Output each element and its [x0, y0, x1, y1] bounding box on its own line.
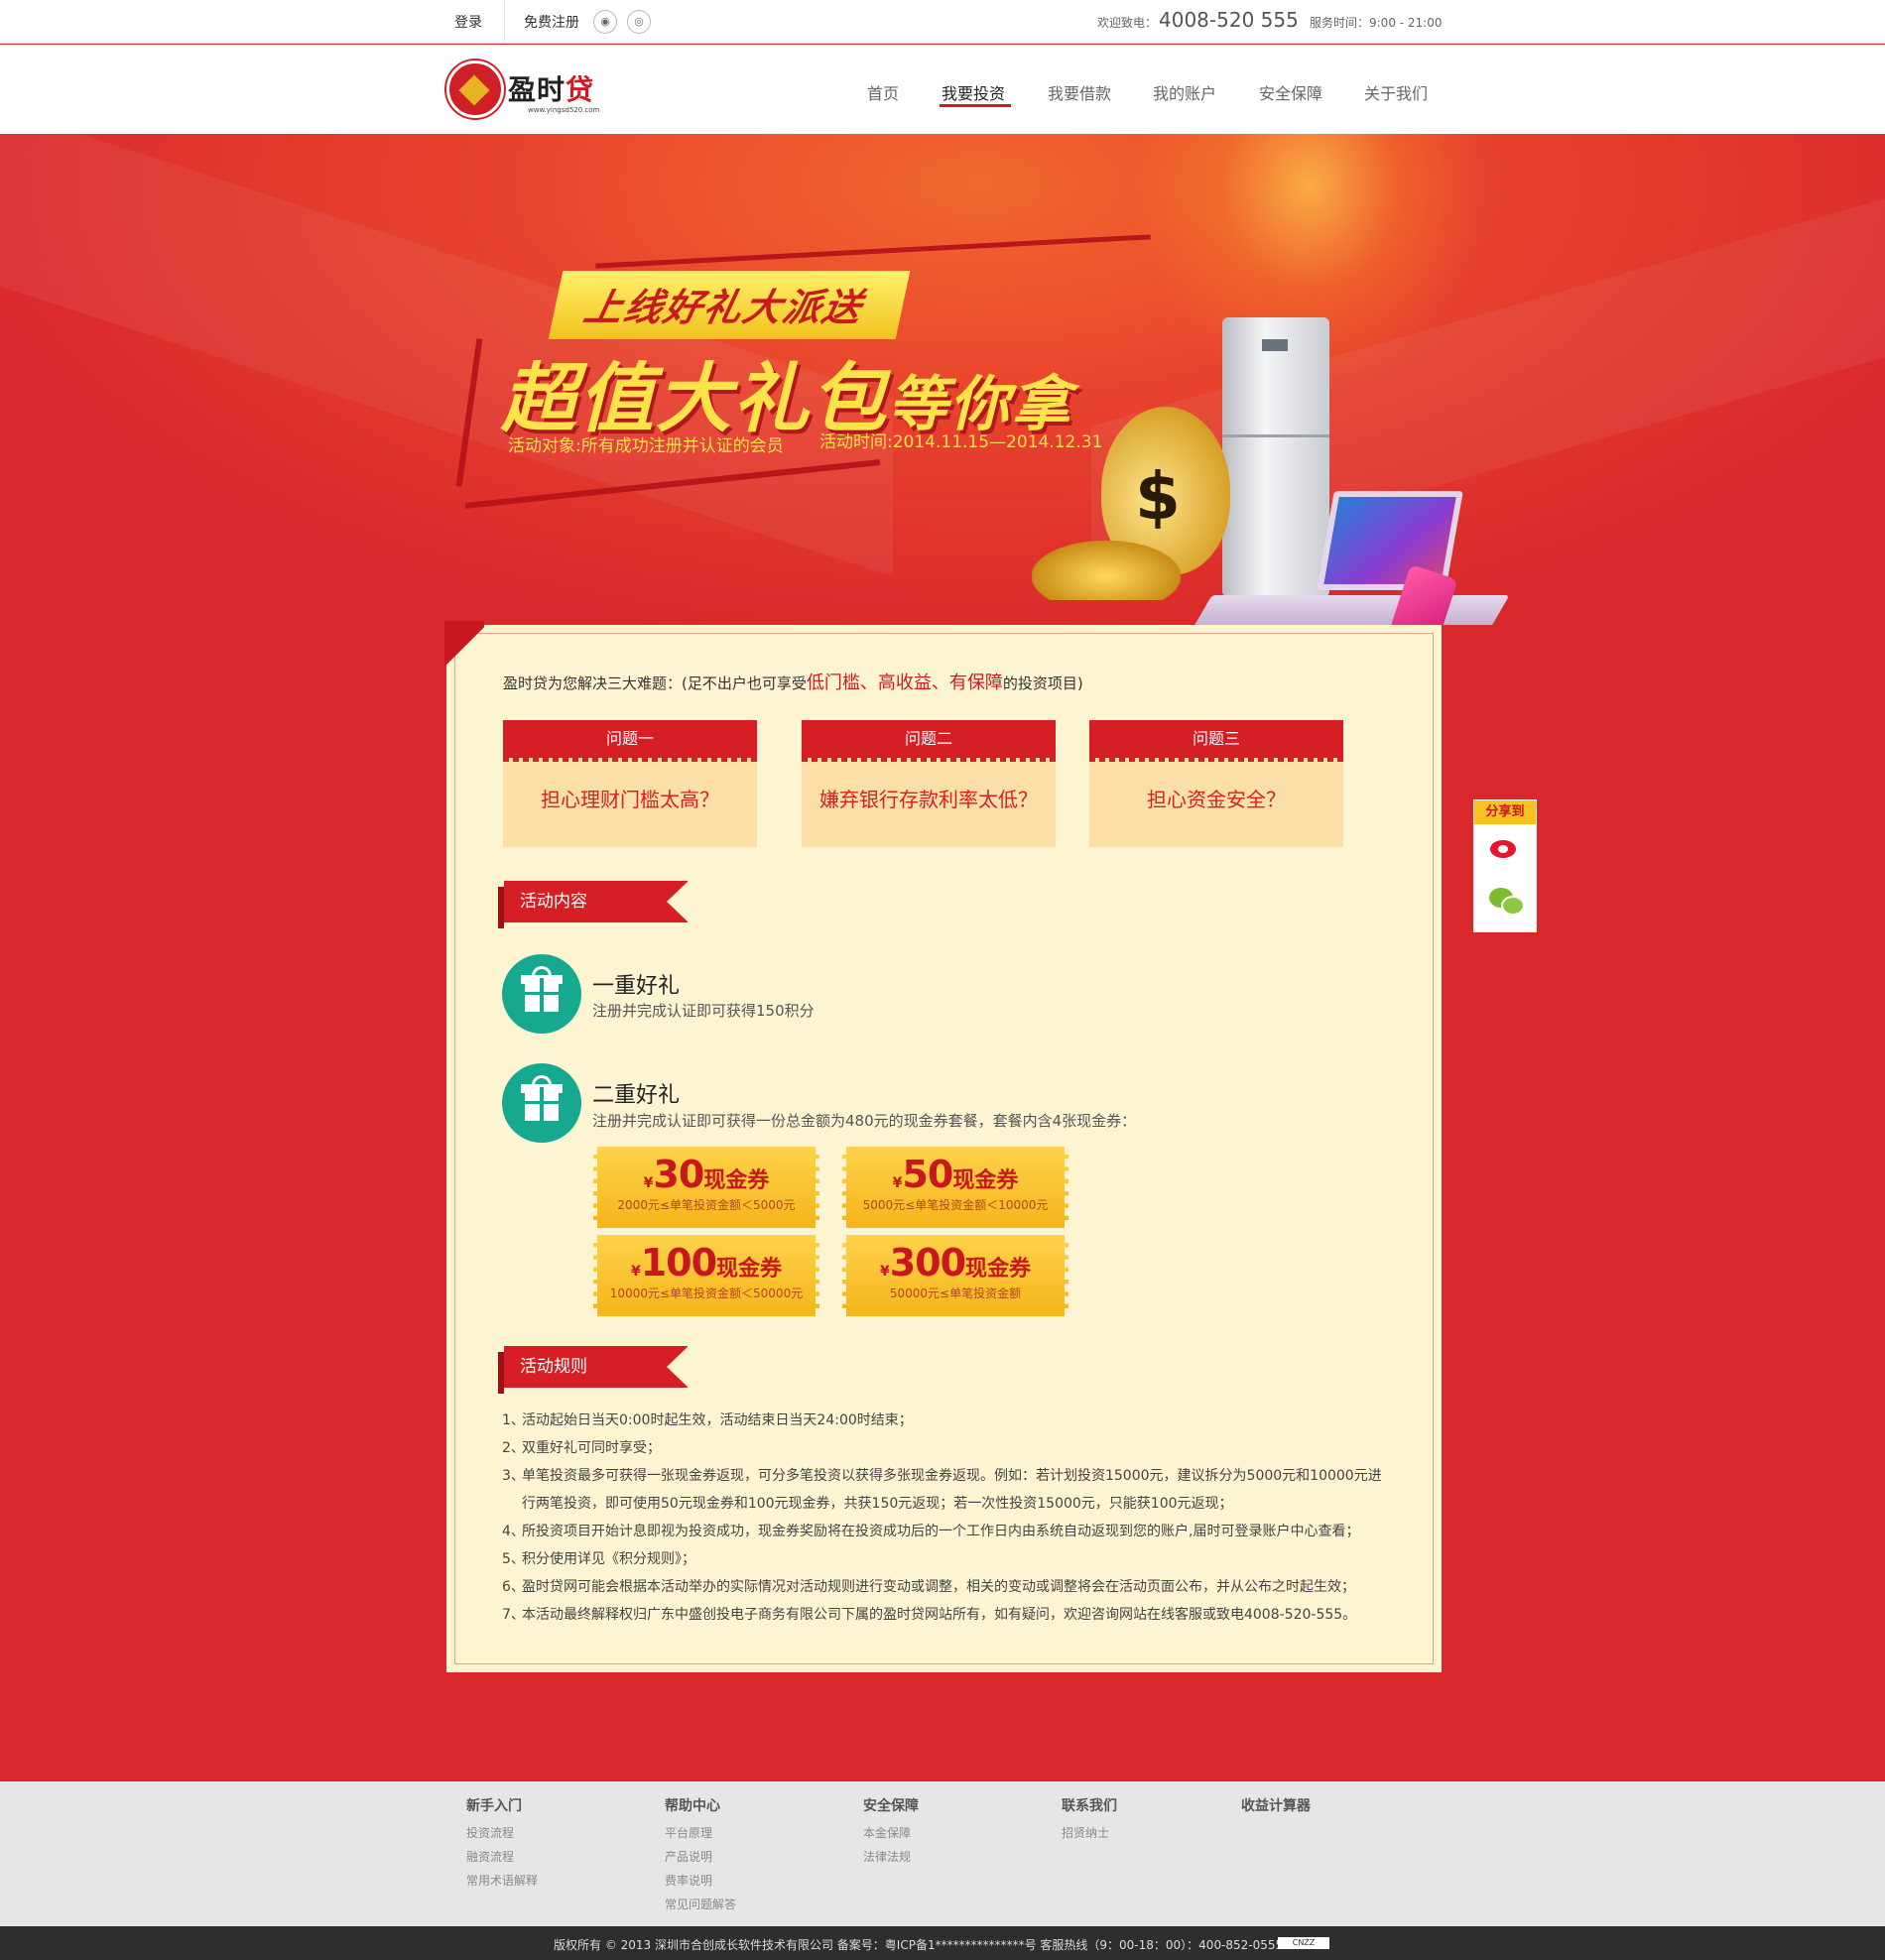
nav-about[interactable]: 关于我们 [1364, 80, 1428, 104]
logo-mark-icon [446, 61, 504, 118]
rule-item: 4、 所投资项目开始计息即视为投资成功，现金券奖励将在投资成功后的一个工作日内由系… [502, 1524, 1360, 1539]
footer-col-title: 安全保障 [863, 1798, 919, 1814]
gift2-desc: 注册并完成认证即可获得一份总金额为480元的现金券套餐，套餐内含4张现金券： [592, 1112, 1137, 1130]
gift2-title: 二重好礼 [592, 1083, 681, 1108]
footer-link[interactable]: 平台原理 [665, 1821, 736, 1845]
coupon-range: 5000元≤单笔投资金额＜10000元 [862, 1198, 1049, 1212]
coupon-range: 10000元≤单笔投资金额＜50000元 [609, 1286, 804, 1300]
nav-home[interactable]: 首页 [867, 80, 899, 104]
activity-content-tag: 活动内容 [498, 881, 689, 928]
intro-text: 盈时贷为您解决三大难题：(足不出户也可享受低门槛、高收益、有保障的投资项目) [503, 673, 1083, 693]
logo-url: www.yingsd520.com [528, 106, 600, 114]
question-card-text: 嫌弃银行存款利率太低？ [819, 788, 1038, 811]
logo[interactable]: 盈时贷 www.yingsd520.com [446, 61, 605, 120]
top-bar: 登录 免费注册 ◉ ◎ 欢迎致电： 4008-520 555 服务时间：9:00… [0, 0, 1885, 44]
coupon-amount: 300 [889, 1241, 966, 1285]
footer-col-security: 安全保障 本金保障 法律法规 [863, 1795, 919, 1869]
share-widget: 分享到 [1473, 799, 1537, 932]
register-link[interactable]: 免费注册 [524, 12, 579, 32]
question-card-text: 担心理财门槛太高？ [541, 788, 719, 811]
service-hours: 服务时间：9:00 - 21:00 [1310, 16, 1443, 30]
footer-link[interactable]: 融资流程 [466, 1845, 538, 1869]
decor-frame [595, 234, 1151, 269]
question-card-text: 担心资金安全？ [1147, 788, 1286, 811]
login-link[interactable]: 登录 [454, 12, 482, 32]
panel-corner-decor [444, 621, 484, 673]
footer: 新手入门 投资流程 融资流程 常用术语解释 帮助中心 平台原理 产品说明 费率说… [0, 1781, 1885, 1926]
footer-link[interactable]: 投资流程 [466, 1821, 538, 1845]
rule-item: 6、 盈时贷网可能会根据本活动举办的实际情况对活动规则进行变动或调整，相关的变动或… [502, 1579, 1355, 1595]
site-header: 盈时贷 www.yingsd520.com 首页 我要投资 我要借款 我的账户 … [0, 45, 1885, 134]
laptop-base-image [1189, 595, 1510, 625]
copyright-text: 版权所有 © 2013 深圳市合创成长软件技术有限公司 备案号：粤ICP备1**… [554, 1938, 1284, 1952]
rule-item: 7、 本活动最终解释权归广东中盛创投电子商务有限公司下属的盈时贷网站所有，如有疑问… [502, 1607, 1357, 1623]
footer-col-help: 帮助中心 平台原理 产品说明 费率说明 常见问题解答 [665, 1795, 736, 1916]
coupon-amount: 50 [902, 1153, 953, 1196]
question-card: 问题一 担心理财门槛太高？ [503, 720, 757, 847]
footer-col-title: 联系我们 [1062, 1798, 1117, 1814]
gift1-desc: 注册并完成认证即可获得150积分 [592, 1002, 815, 1020]
nav-borrow[interactable]: 我要借款 [1048, 80, 1111, 104]
coins-image [1032, 541, 1181, 600]
hero-ribbon-title: 上线好礼大派送 [548, 271, 911, 339]
footer-col-calculator[interactable]: 收益计算器 [1241, 1795, 1311, 1821]
coupon-card: ¥100现金券 10000元≤单笔投资金额＜50000元 [593, 1235, 819, 1316]
rule-item: 5、 积分使用详见《积分规则》； [502, 1551, 695, 1567]
footer-link[interactable]: 法律法规 [863, 1845, 919, 1869]
rules-list: 1、 活动起始日当天0:00时起生效，活动结束日当天24:00时结束； 2、 双重好… [502, 1407, 1385, 1629]
coupon-amount: 30 [653, 1153, 704, 1196]
nav-security[interactable]: 安全保障 [1259, 80, 1322, 104]
weibo-icon[interactable]: ◉ [593, 10, 617, 34]
hotline-number: 4008-520 555 [1159, 8, 1299, 32]
coupon-range: 50000元≤单笔投资金额 [889, 1286, 1022, 1300]
hero-banner: 上线好礼大派送 超值大礼包等你拿 活动对象:所有成功注册并认证的会员 活动时间:… [0, 134, 1885, 625]
coupon-amount: 100 [640, 1241, 717, 1285]
hero-audience: 活动对象:所有成功注册并认证的会员 [508, 436, 784, 456]
nav-invest[interactable]: 我要投资 [942, 80, 1005, 104]
footer-col-contact: 联系我们 招贤纳士 [1062, 1795, 1117, 1845]
footer-col-title: 新手入门 [466, 1798, 522, 1814]
weibo-share-icon[interactable] [1490, 836, 1522, 860]
share-title: 分享到 [1474, 800, 1536, 824]
question-card-title: 问题二 [802, 720, 1056, 762]
nav-active-indicator [940, 104, 1011, 107]
question-card: 问题三 担心资金安全？ [1089, 720, 1343, 847]
footer-col-beginner: 新手入门 投资流程 融资流程 常用术语解释 [466, 1795, 538, 1893]
gift-icon [502, 954, 581, 1034]
wechat-share-icon[interactable] [1489, 888, 1525, 916]
hero-period: 活动时间:2014.11.15—2014.12.31 [819, 432, 1103, 452]
footer-col-title[interactable]: 收益计算器 [1241, 1795, 1311, 1815]
footer-link[interactable]: 本金保障 [863, 1821, 919, 1845]
question-card-title: 问题三 [1089, 720, 1343, 762]
rule-item: 3、 单笔投资最多可获得一张现金券返现，可分多笔投资以获得多张现金券返现。例如：若… [502, 1468, 1382, 1512]
cnzz-badge[interactable]: CNZZ [1278, 1937, 1329, 1949]
footer-link[interactable]: 产品说明 [665, 1845, 736, 1869]
footer-link[interactable]: 招贤纳士 [1062, 1821, 1117, 1845]
footer-link[interactable]: 常用术语解释 [466, 1869, 538, 1893]
welcome-text: 欢迎致电： [1097, 16, 1158, 30]
copyright-bar: 版权所有 © 2013 深圳市合创成长软件技术有限公司 备案号：粤ICP备1**… [0, 1926, 1885, 1960]
question-card-title: 问题一 [503, 720, 757, 762]
gift-icon [502, 1063, 581, 1143]
nav-account[interactable]: 我的账户 [1153, 80, 1216, 104]
fridge-image [1222, 317, 1329, 597]
gift1-title: 一重好礼 [592, 974, 681, 999]
coupon-card: ¥30现金券 2000元≤单笔投资金额＜5000元 [593, 1147, 819, 1228]
footer-link[interactable]: 费率说明 [665, 1869, 736, 1893]
footer-link[interactable]: 常见问题解答 [665, 1893, 736, 1916]
coupon-card: ¥50现金券 5000元≤单笔投资金额＜10000元 [842, 1147, 1068, 1228]
footer-col-title: 帮助中心 [665, 1798, 720, 1814]
wechat-icon[interactable]: ◎ [627, 10, 651, 34]
divider [504, 0, 505, 44]
activity-rules-tag: 活动规则 [498, 1346, 689, 1394]
coupon-range: 2000元≤单笔投资金额＜5000元 [617, 1198, 796, 1212]
rule-item: 1、 活动起始日当天0:00时起生效，活动结束日当天24:00时结束； [502, 1412, 913, 1428]
rule-item: 2、 双重好礼可同时享受； [502, 1440, 661, 1456]
logo-name: 盈时贷 [508, 73, 595, 106]
coupon-card: ¥300现金券 50000元≤单笔投资金额 [842, 1235, 1068, 1316]
question-card: 问题二 嫌弃银行存款利率太低？ [802, 720, 1056, 847]
